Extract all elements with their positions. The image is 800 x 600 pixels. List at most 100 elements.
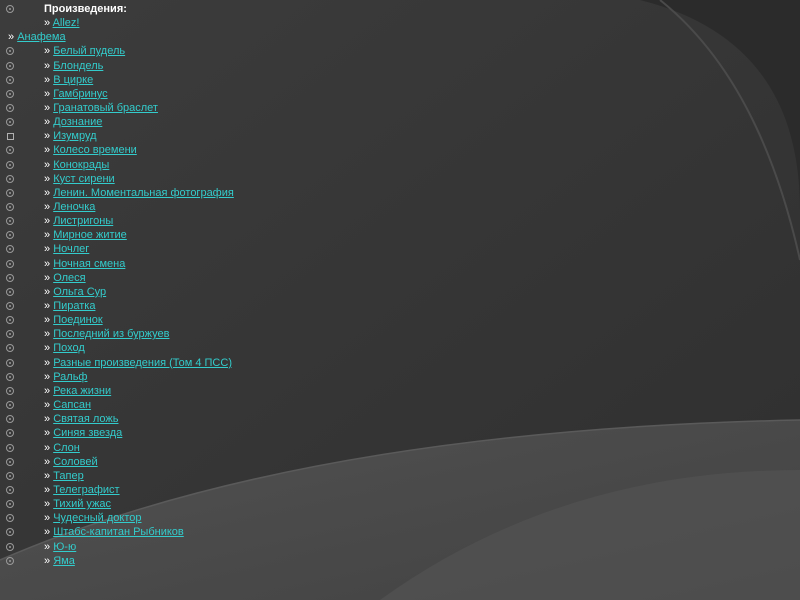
work-link[interactable]: Поход — [53, 342, 85, 354]
list-item-content: » Ральф — [44, 370, 87, 384]
work-link[interactable]: Куст сирени — [53, 173, 114, 185]
circle-bullet-icon — [6, 231, 14, 240]
work-link[interactable]: Дознание — [53, 116, 102, 128]
circle-bullet-icon — [6, 344, 14, 353]
circle-bullet-icon — [6, 160, 14, 169]
list-item: » Слон — [0, 441, 800, 455]
work-link[interactable]: Ночная смена — [53, 258, 125, 270]
work-link[interactable]: Белый пудель — [53, 45, 125, 57]
work-link[interactable]: Изумруд — [53, 130, 96, 142]
raquo-marker: » — [44, 257, 54, 270]
raquo-marker: » — [44, 441, 54, 454]
raquo-marker: » — [44, 526, 54, 539]
list-item: » Поход — [0, 341, 800, 355]
raquo-marker: » — [44, 59, 54, 72]
raquo-marker: » — [44, 17, 53, 29]
work-link[interactable]: Штабс-капитан Рыбников — [53, 526, 184, 538]
work-link[interactable]: Чудесный доктор — [53, 512, 141, 524]
work-link[interactable]: Соловей — [53, 456, 97, 468]
raquo-marker: » — [44, 370, 54, 383]
list-item: » Тихий ужас — [0, 497, 800, 511]
raquo-marker: » — [44, 399, 54, 412]
circle-bullet-icon — [6, 401, 14, 410]
list-item: » Олеся — [0, 271, 800, 285]
circle-bullet-icon — [6, 316, 14, 325]
circle-bullet-icon — [6, 245, 14, 254]
work-link[interactable]: Конокрады — [53, 159, 109, 171]
list-heading: Произведения: — [44, 3, 127, 15]
list-item: » Тапер — [0, 469, 800, 483]
work-link[interactable]: Allez! — [53, 17, 80, 29]
list-item-content: » Дознание — [44, 115, 102, 129]
list-item: » Изумруд — [0, 129, 800, 143]
raquo-marker: » — [44, 483, 54, 496]
raquo-marker: » — [44, 285, 54, 298]
work-link[interactable]: Гранатовый браслет — [53, 102, 158, 114]
work-link[interactable]: Телеграфист — [53, 484, 119, 496]
list-item-content: » В цирке — [44, 73, 93, 87]
work-link[interactable]: Олеся — [53, 272, 85, 284]
list-item: » Пиратка — [0, 299, 800, 313]
work-link[interactable]: Ночлег — [53, 243, 89, 255]
work-link[interactable]: Сапсан — [53, 399, 91, 411]
work-link[interactable]: Ленин. Моментальная фотография — [53, 187, 234, 199]
raquo-marker: » — [44, 498, 54, 511]
list-item-content: » Листригоны — [44, 214, 113, 228]
list-item: » Река жизни — [0, 384, 800, 398]
work-link[interactable]: Слон — [53, 442, 80, 454]
circle-bullet-icon — [6, 386, 14, 395]
circle-bullet-icon — [6, 429, 14, 438]
list-item: » Колесо времени — [0, 143, 800, 157]
work-link[interactable]: Ю-ю — [53, 541, 76, 553]
raquo-marker: » — [44, 172, 54, 185]
list-item-content: » Колесо времени — [44, 143, 137, 157]
list-item-content: » Чудесный доктор — [44, 511, 142, 525]
circle-bullet-icon — [6, 5, 14, 13]
raquo-marker: » — [44, 243, 54, 256]
work-link[interactable]: Яма — [53, 555, 75, 567]
circle-bullet-icon — [6, 457, 14, 466]
circle-bullet-icon — [6, 188, 14, 197]
list-item-content: » Леночка — [44, 200, 95, 214]
list-item-content: » Тихий ужас — [44, 497, 111, 511]
list-item-content: » Святая ложь — [44, 412, 118, 426]
list-item: » Конокрады — [0, 158, 800, 172]
list-item: » Ю-ю — [0, 540, 800, 554]
work-link[interactable]: Поединок — [53, 314, 102, 326]
circle-bullet-icon — [6, 103, 14, 112]
work-link[interactable]: В цирке — [53, 74, 93, 86]
raquo-marker: » — [44, 158, 54, 171]
work-link[interactable]: Тихий ужас — [53, 498, 111, 510]
work-link[interactable]: Пиратка — [53, 300, 95, 312]
circle-bullet-icon — [6, 556, 14, 565]
raquo-marker: » — [44, 342, 54, 355]
work-link[interactable]: Блондель — [53, 60, 103, 72]
raquo-marker: » — [44, 186, 54, 199]
work-link[interactable]: Гамбринус — [53, 88, 107, 100]
work-link[interactable]: Анафема — [17, 31, 65, 43]
work-link[interactable]: Разные произведения (Том 4 ПСС) — [53, 357, 232, 369]
circle-bullet-icon — [6, 514, 14, 523]
work-link[interactable]: Последний из буржуев — [53, 328, 169, 340]
work-link[interactable]: Листригоны — [53, 215, 113, 227]
list-item: » Ольга Сур — [0, 285, 800, 299]
circle-bullet-icon — [6, 358, 14, 367]
work-link[interactable]: Тапер — [53, 470, 84, 482]
raquo-marker: » — [44, 229, 54, 242]
work-link[interactable]: Мирное житие — [53, 229, 127, 241]
work-link[interactable]: Ольга Сур — [53, 286, 106, 298]
raquo-marker: » — [44, 144, 54, 157]
list-item-content: » Река жизни — [44, 384, 111, 398]
work-link[interactable]: Синяя звезда — [53, 427, 122, 439]
list-item: » Белый пудель — [0, 44, 800, 58]
work-link[interactable]: Ральф — [53, 371, 87, 383]
list-item: » Леночка — [0, 200, 800, 214]
work-link[interactable]: Колесо времени — [53, 144, 137, 156]
circle-bullet-icon — [6, 287, 14, 296]
raquo-marker: » — [44, 45, 54, 58]
work-link[interactable]: Леночка — [53, 201, 95, 213]
work-link[interactable]: Река жизни — [53, 385, 111, 397]
raquo-marker: » — [44, 73, 54, 86]
work-link[interactable]: Святая ложь — [53, 413, 118, 425]
circle-bullet-icon — [6, 118, 14, 126]
